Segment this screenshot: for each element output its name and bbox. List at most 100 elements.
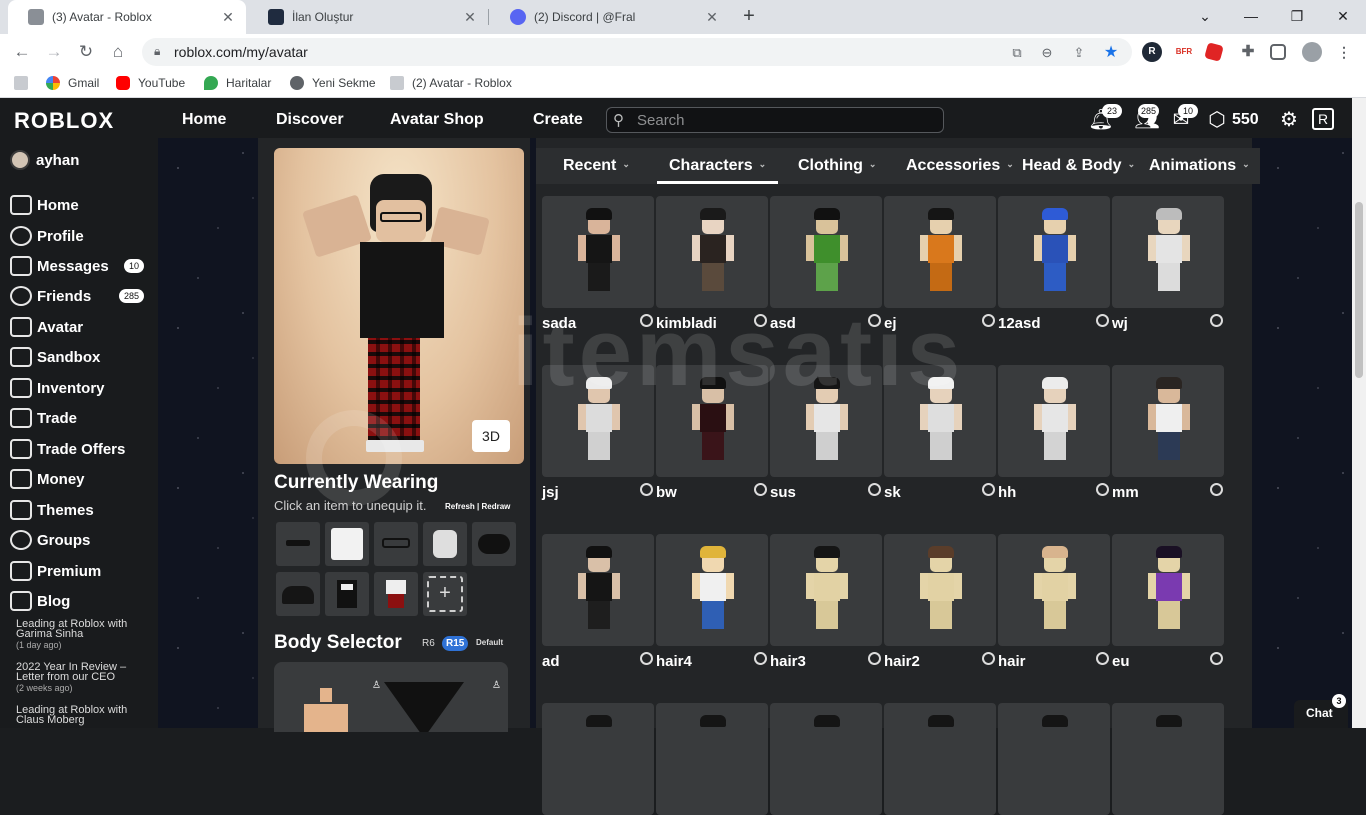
character-thumbnail[interactable] (542, 534, 654, 646)
character-card[interactable]: hair2 (884, 534, 996, 670)
bookmark-gmail[interactable]: Gmail (46, 76, 99, 90)
avatar-preview[interactable]: 3D (274, 148, 524, 464)
tab-characters[interactable]: Characters ⌄ (669, 157, 766, 175)
sidebar-item-groups[interactable]: Groups (10, 527, 152, 553)
character-thumbnail[interactable] (656, 703, 768, 815)
character-card[interactable] (656, 703, 768, 815)
new-tab-icon[interactable]: + (738, 6, 760, 28)
close-tab-icon[interactable]: ✕ (462, 9, 478, 26)
character-thumbnail[interactable] (542, 703, 654, 815)
character-name[interactable]: asd (770, 315, 796, 332)
sidebar-item-trade[interactable]: Trade (10, 405, 152, 431)
back-icon[interactable]: ← (10, 40, 34, 64)
sidebar-item-friends[interactable]: Friends 285 (10, 283, 152, 309)
character-name[interactable]: wj (1112, 315, 1128, 332)
worn-item[interactable] (325, 572, 369, 616)
browser-tab-discord[interactable]: (2) Discord | @Fral ✕ (490, 0, 730, 34)
character-thumbnail[interactable] (998, 196, 1110, 308)
character-card[interactable] (1112, 703, 1224, 815)
character-thumbnail[interactable] (884, 534, 996, 646)
character-card[interactable]: hair (998, 534, 1110, 670)
add-outfit-slot[interactable]: + (423, 572, 467, 616)
character-settings-gear-icon[interactable] (754, 483, 767, 496)
character-name[interactable]: sus (770, 484, 796, 501)
character-name[interactable]: hair3 (770, 653, 806, 670)
character-thumbnail[interactable] (770, 534, 882, 646)
sidebar-item-profile[interactable]: Profile (10, 223, 152, 249)
tab-search-icon[interactable]: ⌄ (1182, 0, 1228, 34)
character-thumbnail[interactable] (1112, 703, 1224, 815)
character-card[interactable]: mm (1112, 365, 1224, 501)
close-window-icon[interactable]: ✕ (1320, 0, 1366, 34)
minimize-icon[interactable]: — (1228, 0, 1274, 34)
reload-icon[interactable]: ↻ (74, 40, 98, 64)
character-thumbnail[interactable] (542, 196, 654, 308)
character-settings-gear-icon[interactable] (754, 314, 767, 327)
character-card[interactable]: hair4 (656, 534, 768, 670)
character-name[interactable]: eu (1112, 653, 1130, 670)
lock-icon[interactable]: 🔒︎ (154, 44, 160, 59)
character-thumbnail[interactable] (1112, 196, 1224, 308)
character-thumbnail[interactable] (998, 365, 1110, 477)
character-card[interactable]: ej (884, 196, 996, 332)
nav-avatar-shop[interactable]: Avatar Shop (390, 111, 484, 129)
character-name[interactable]: ad (542, 653, 560, 670)
character-settings-gear-icon[interactable] (868, 483, 881, 496)
character-card[interactable]: sk (884, 365, 996, 501)
character-card[interactable] (542, 703, 654, 815)
blog-news-item[interactable]: Leading at Roblox with Claus Moberg (16, 705, 146, 726)
character-card[interactable]: bw (656, 365, 768, 501)
character-settings-gear-icon[interactable] (1096, 483, 1109, 496)
bookmark-youtube[interactable]: YouTube (116, 76, 185, 90)
character-name[interactable]: hh (998, 484, 1016, 501)
translate-icon[interactable]: ⧉ (1008, 44, 1026, 62)
character-name[interactable]: sada (542, 315, 576, 332)
browser-tab-avatar[interactable]: (3) Avatar - Roblox ✕ (8, 0, 246, 34)
settings-gear-icon[interactable]: ⚙︎ (1276, 108, 1302, 132)
sidebar-item-home[interactable]: Home (10, 192, 152, 218)
character-card[interactable]: kimbladi (656, 196, 768, 332)
character-settings-gear-icon[interactable] (982, 652, 995, 665)
address-bar[interactable]: 🔒︎ roblox.com/my/avatar ⧉ ⊖ ⇪ ★ (142, 38, 1132, 66)
character-thumbnail[interactable] (998, 703, 1110, 815)
character-thumbnail[interactable] (770, 365, 882, 477)
search-input[interactable] (637, 111, 927, 129)
user-profile-link[interactable]: ayhan (10, 150, 79, 170)
browser-tab-ilan[interactable]: İlan Oluştur ✕ (248, 0, 488, 34)
character-thumbnail[interactable] (1112, 365, 1224, 477)
tab-clothing[interactable]: Clothing ⌄ (798, 157, 876, 175)
maximize-icon[interactable]: ❐ (1274, 0, 1320, 34)
character-settings-gear-icon[interactable] (640, 483, 653, 496)
sidebar-item-blog[interactable]: Blog (10, 588, 152, 614)
character-thumbnail[interactable] (542, 365, 654, 477)
worn-item[interactable] (325, 522, 369, 566)
bookmarks-apps-icon[interactable] (14, 76, 36, 90)
worn-item[interactable] (423, 522, 467, 566)
search-box[interactable]: ⚲ (606, 107, 944, 133)
character-card[interactable]: wj (1112, 196, 1224, 332)
sidebar-item-sandbox[interactable]: Sandbox (10, 344, 152, 370)
sidebar-item-inventory[interactable]: Inventory (10, 375, 152, 401)
tab-head-body[interactable]: Head & Body ⌄ (1022, 157, 1135, 175)
extension-bfr-icon[interactable]: BFR (1174, 42, 1194, 62)
bookmark-new-tab[interactable]: Yeni Sekme (290, 76, 376, 90)
character-card[interactable]: eu (1112, 534, 1224, 670)
character-card[interactable]: ad (542, 534, 654, 670)
side-panel-icon[interactable] (1270, 44, 1286, 60)
worn-item[interactable] (374, 522, 418, 566)
character-thumbnail[interactable] (770, 196, 882, 308)
sidebar-item-avatar[interactable]: Avatar (10, 314, 152, 340)
sidebar-item-messages[interactable]: Messages 10 (10, 253, 152, 279)
close-tab-icon[interactable]: ✕ (704, 9, 720, 26)
r6-option[interactable]: R6 (422, 638, 435, 649)
character-card[interactable]: 12asd (998, 196, 1110, 332)
character-thumbnail[interactable] (770, 703, 882, 815)
robux-balance[interactable]: 550 (1232, 111, 1259, 129)
refresh-link[interactable]: Refresh (445, 502, 475, 511)
character-card[interactable] (998, 703, 1110, 815)
nav-home[interactable]: Home (182, 111, 226, 129)
blog-news-item[interactable]: Leading at Roblox with Garima Sinha (1 da… (16, 619, 146, 651)
character-thumbnail[interactable] (1112, 534, 1224, 646)
character-name[interactable]: mm (1112, 484, 1139, 501)
character-settings-gear-icon[interactable] (640, 652, 653, 665)
